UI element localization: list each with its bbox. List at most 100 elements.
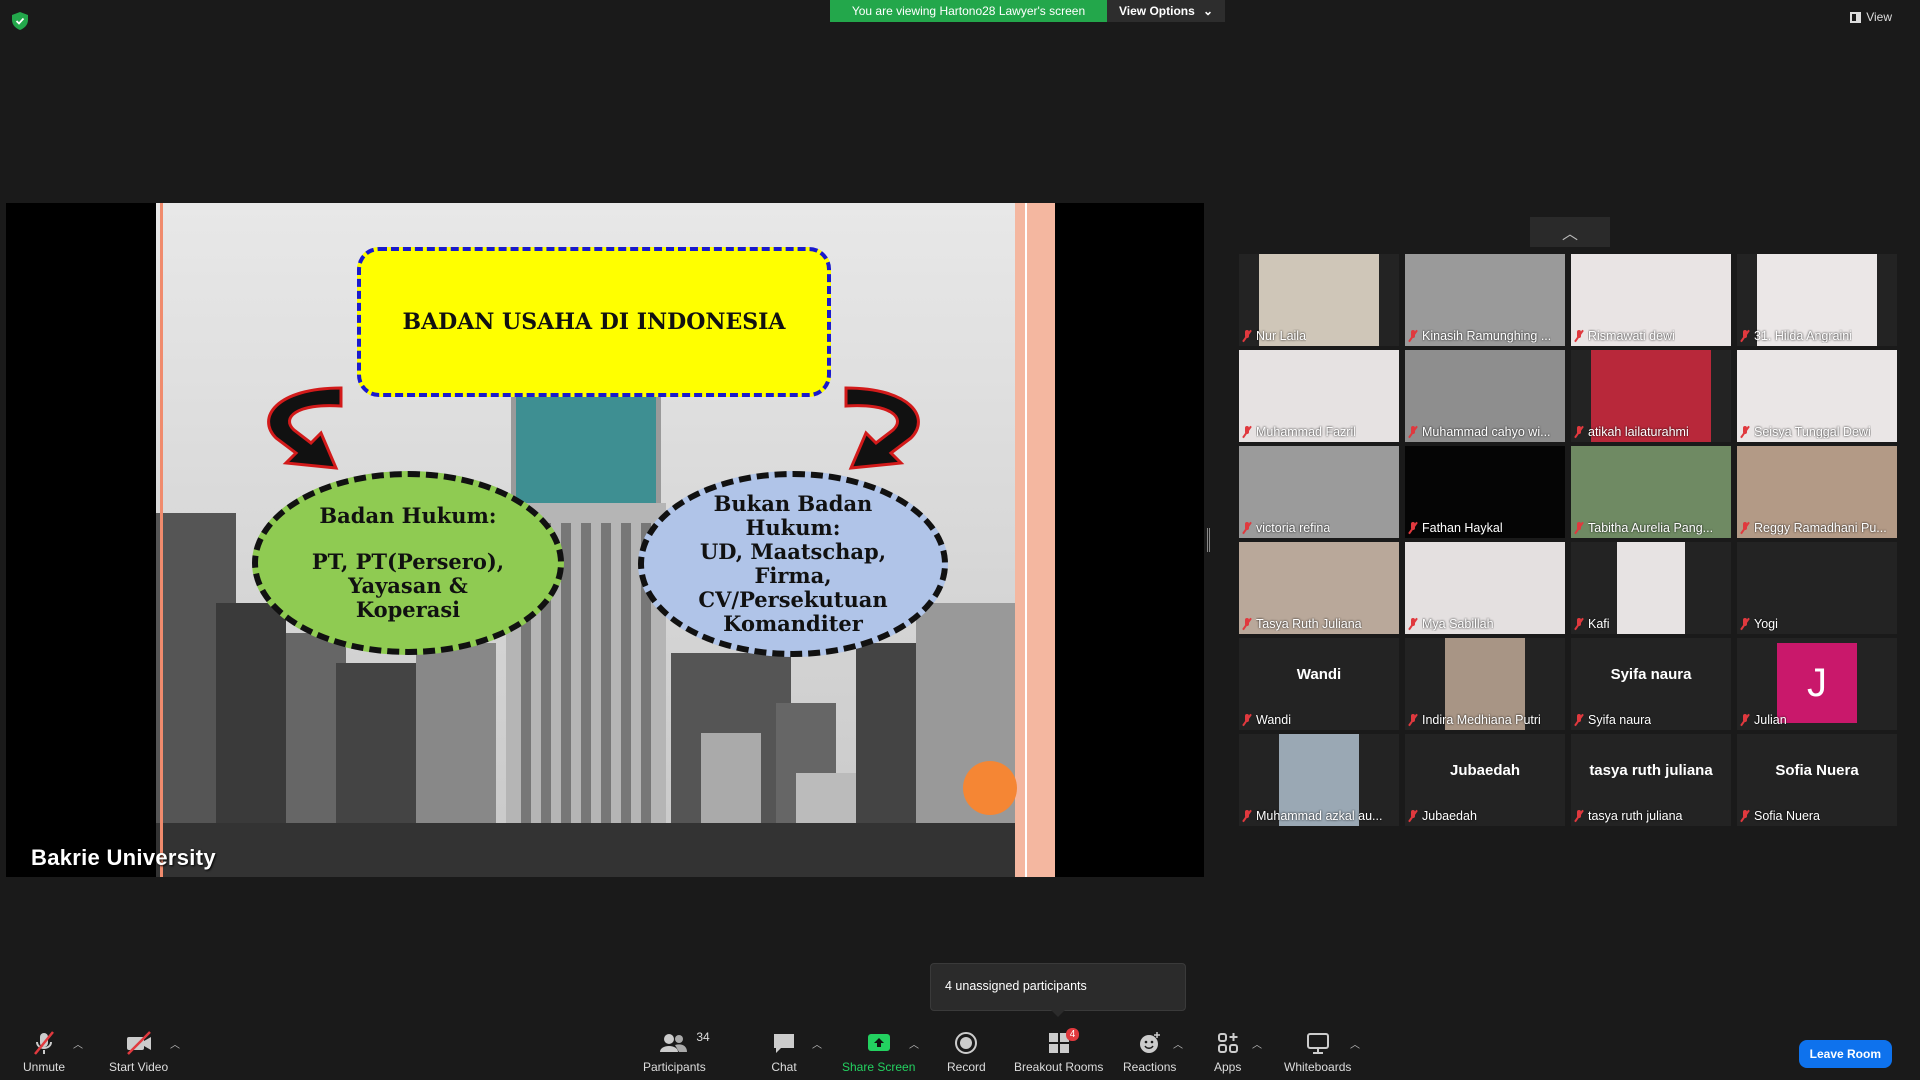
participant-name: Indira Medhiana Putri: [1422, 713, 1541, 727]
participant-tile[interactable]: Jubaedah Jubaedah: [1405, 734, 1565, 826]
apps-options-chevron-icon[interactable]: ︿: [1252, 1036, 1262, 1051]
participant-name-label: Rismawati dewi: [1574, 329, 1675, 343]
participant-name-label: Nur Laila: [1242, 329, 1306, 343]
shared-screen[interactable]: BADAN USAHA DI INDONESIA Badan Hukum: PT…: [6, 203, 1204, 877]
participant-tile[interactable]: J Julian: [1737, 638, 1897, 730]
slide-border-line: [1025, 203, 1027, 877]
participant-display-name: Jubaedah: [1449, 762, 1521, 779]
participants-button[interactable]: 34 Participants: [643, 1030, 710, 1074]
start-video-label: Start Video: [109, 1060, 169, 1074]
participant-tile[interactable]: tasya ruth juliana tasya ruth juliana: [1571, 734, 1731, 826]
record-button[interactable]: Record: [947, 1030, 986, 1074]
view-options-button[interactable]: View Options ⌄: [1107, 0, 1225, 22]
microphone-muted-icon: [1740, 618, 1750, 630]
video-off-icon: [125, 1030, 153, 1056]
reactions-button[interactable]: Reactions: [1123, 1030, 1176, 1074]
participant-name: Seisya Tunggal Dewi: [1754, 425, 1871, 439]
participant-name: Syifa naura: [1588, 713, 1652, 727]
participant-name-label: Fathan Haykal: [1408, 521, 1503, 535]
breakout-rooms-button[interactable]: 4 Breakout Rooms: [1014, 1028, 1104, 1074]
participant-tile[interactable]: Indira Medhiana Putri: [1405, 638, 1565, 730]
start-video-button[interactable]: Start Video: [109, 1030, 168, 1074]
participant-name: Fathan Haykal: [1422, 521, 1503, 535]
participant-tile[interactable]: Muhammad azkal au...: [1239, 734, 1399, 826]
laser-pointer-dot: [963, 761, 1017, 815]
participant-name-label: Sofia Nuera: [1740, 809, 1820, 823]
whiteboards-button[interactable]: Whiteboards: [1284, 1030, 1351, 1074]
participant-tile[interactable]: Kinasih Ramunghing ...: [1405, 254, 1565, 346]
participant-tile[interactable]: Tasya Ruth Juliana: [1239, 542, 1399, 634]
participant-tile[interactable]: Fathan Haykal: [1405, 446, 1565, 538]
microphone-muted-icon: [1242, 714, 1252, 726]
participant-tile[interactable]: 31. Hilda Angraini: [1737, 254, 1897, 346]
participants-icon: 34: [660, 1030, 710, 1056]
reactions-label: Reactions: [1123, 1060, 1177, 1074]
participant-name-label: Syifa naura: [1574, 713, 1651, 727]
participant-name: Rismawati dewi: [1588, 329, 1675, 343]
view-button[interactable]: View: [1850, 10, 1892, 24]
participant-name-label: Kinasih Ramunghing ...: [1408, 329, 1551, 343]
participant-name-label: Tabitha Aurelia Pang...: [1574, 521, 1713, 535]
leave-room-button[interactable]: Leave Room: [1798, 1040, 1892, 1068]
chat-button[interactable]: Chat: [771, 1030, 797, 1074]
microphone-muted-icon: [1242, 330, 1252, 342]
chat-options-chevron-icon[interactable]: ︿: [812, 1036, 822, 1051]
participant-tile[interactable]: Reggy Ramadhani Pu...: [1737, 446, 1897, 538]
participant-tile[interactable]: Syifa naura Syifa naura: [1571, 638, 1731, 730]
microphone-muted-icon: [1574, 330, 1584, 342]
breakout-rooms-label: Breakout Rooms: [1014, 1060, 1104, 1074]
participant-tile[interactable]: Kafi: [1571, 542, 1731, 634]
participant-name: Muhammad Fazril: [1256, 425, 1357, 439]
chat-icon: [771, 1030, 797, 1056]
shield-icon[interactable]: [12, 12, 28, 30]
participant-tile[interactable]: atikah lailaturahmi: [1571, 350, 1731, 442]
participant-gallery: Nur Laila Kinasih Ramunghing ... Rismawati…: [1239, 254, 1897, 826]
participant-tile[interactable]: Nur Laila: [1239, 254, 1399, 346]
participant-tile[interactable]: Muhammad Fazril: [1239, 350, 1399, 442]
participant-tile[interactable]: Tabitha Aurelia Pang...: [1571, 446, 1731, 538]
microphone-muted-icon: [1242, 618, 1252, 630]
unassigned-participants-text: 4 unassigned participants: [945, 979, 1087, 993]
participant-name-label: victoria refina: [1242, 521, 1330, 535]
whiteboards-label: Whiteboards: [1284, 1060, 1352, 1074]
bukan-badan-hukum-ellipse: Bukan Badan Hukum: UD, Maatschap, Firma,…: [638, 471, 948, 657]
unmute-label: Unmute: [23, 1060, 66, 1074]
participant-name: atikah lailaturahmi: [1588, 425, 1689, 439]
resize-handle[interactable]: [1207, 528, 1210, 552]
gallery-page-up-button[interactable]: ︿: [1530, 217, 1610, 247]
whiteboards-options-chevron-icon[interactable]: ︿: [1350, 1036, 1360, 1051]
unmute-button[interactable]: Unmute: [23, 1030, 65, 1074]
bukan-line-6: Komanditer: [723, 611, 863, 637]
participant-tile[interactable]: Rismawati dewi: [1571, 254, 1731, 346]
apps-button[interactable]: Apps: [1214, 1030, 1241, 1074]
participant-name-label: Wandi: [1242, 713, 1291, 727]
microphone-muted-icon: [1242, 522, 1252, 534]
microphone-muted-icon: [1408, 330, 1418, 342]
video-options-chevron-icon[interactable]: ︿: [170, 1036, 180, 1051]
badan-hukum-heading: Badan Hukum:: [319, 502, 497, 528]
microphone-muted-icon: [1574, 810, 1584, 822]
participant-name-label: Jubaedah: [1408, 809, 1477, 823]
participant-tile[interactable]: victoria refina: [1239, 446, 1399, 538]
participant-tile[interactable]: Wandi Wandi: [1239, 638, 1399, 730]
audio-options-chevron-icon[interactable]: ︿: [73, 1036, 83, 1051]
reactions-options-chevron-icon[interactable]: ︿: [1173, 1036, 1183, 1051]
participant-name: Muhammad cahyo wi...: [1422, 425, 1551, 439]
slide-border-left: [160, 203, 163, 877]
badan-hukum-line-3: Koperasi: [355, 597, 461, 623]
participant-name: Kinasih Ramunghing ...: [1422, 329, 1552, 343]
participant-tile[interactable]: Seisya Tunggal Dewi: [1737, 350, 1897, 442]
slide-title-box: BADAN USAHA DI INDONESIA: [357, 247, 831, 397]
microphone-muted-icon: [1574, 714, 1584, 726]
participant-tile[interactable]: Mya Sabillah: [1405, 542, 1565, 634]
share-screen-button[interactable]: Share Screen: [842, 1030, 915, 1074]
share-options-chevron-icon[interactable]: ︿: [909, 1036, 919, 1051]
breakout-tooltip: 4 unassigned participants: [930, 963, 1186, 1017]
participant-tile[interactable]: Yogi: [1737, 542, 1897, 634]
participant-tile[interactable]: Sofia Nuera Sofia Nuera: [1737, 734, 1897, 826]
participant-name: 31. Hilda Angraini: [1754, 329, 1852, 343]
badan-hukum-line-1: PT, PT(Persero),: [311, 548, 505, 574]
microphone-muted-icon: [1740, 714, 1750, 726]
bukan-line-3: UD, Maatschap,: [699, 538, 887, 564]
participant-tile[interactable]: Muhammad cahyo wi...: [1405, 350, 1565, 442]
